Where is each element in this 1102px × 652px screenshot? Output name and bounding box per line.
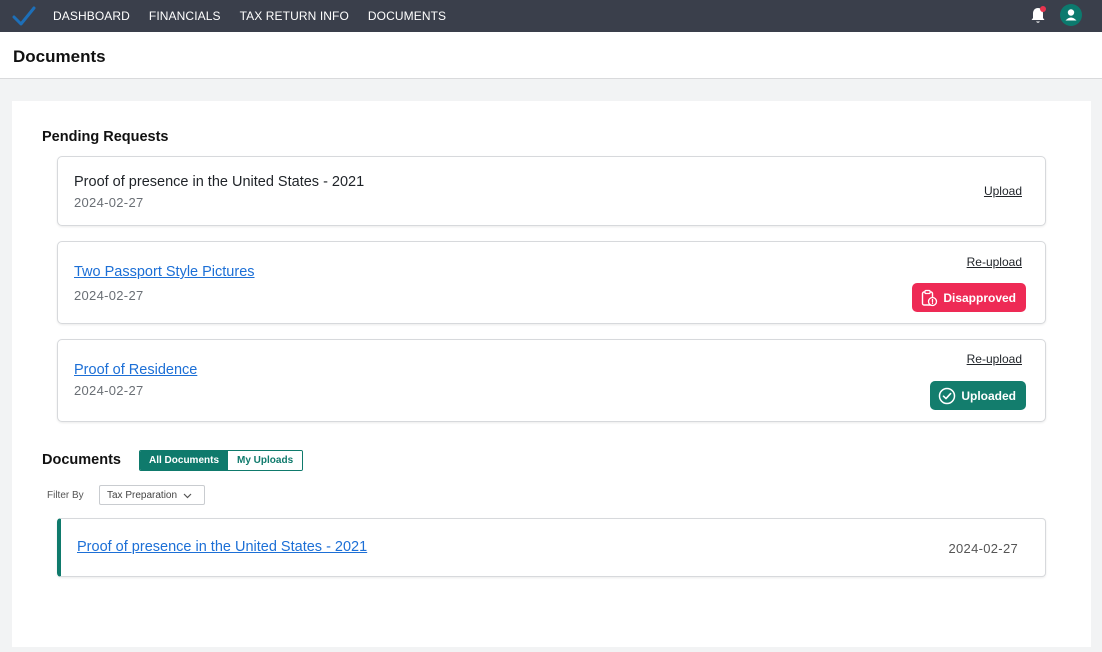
filter-dropdown[interactable]: Tax Preparation [99, 485, 205, 505]
nav-dashboard[interactable]: DASHBOARD [53, 9, 130, 23]
uploaded-label: Uploaded [961, 388, 1016, 403]
tab-all-documents[interactable]: All Documents [140, 451, 229, 470]
content-panel: Pending Requests Proof of presence in th… [12, 101, 1091, 647]
document-date: 2024-02-27 [948, 541, 1018, 556]
checkmark-logo-icon[interactable] [12, 6, 36, 26]
filter-value: Tax Preparation [107, 489, 178, 501]
chevron-down-icon [183, 493, 192, 498]
nav-links: DASHBOARD FINANCIALS TAX RETURN INFO DOC… [53, 0, 446, 32]
nav-documents[interactable]: DOCUMENTS [368, 9, 446, 23]
uploaded-badge: Uploaded [930, 381, 1026, 410]
filter-label: Filter By [47, 490, 84, 501]
request-title-link[interactable]: Two Passport Style Pictures [74, 264, 255, 280]
upload-link[interactable]: Upload [984, 184, 1022, 198]
tab-my-uploads[interactable]: My Uploads [228, 451, 303, 470]
request-date: 2024-02-27 [74, 288, 144, 303]
documents-section-title: Documents [42, 452, 121, 468]
nav-tax-return-info[interactable]: TAX RETURN INFO [240, 9, 349, 23]
document-row: Proof of presence in the United States -… [57, 518, 1046, 577]
re-upload-link[interactable]: Re-upload [967, 255, 1022, 269]
check-circle-icon [939, 387, 956, 404]
user-icon [1065, 9, 1077, 21]
avatar[interactable] [1060, 4, 1082, 26]
disapproved-badge: Disapproved [912, 283, 1026, 312]
document-tabs: All Documents My Uploads [139, 450, 304, 471]
top-nav: DASHBOARD FINANCIALS TAX RETURN INFO DOC… [0, 0, 1102, 32]
document-title-link[interactable]: Proof of presence in the United States -… [77, 539, 367, 555]
re-upload-link[interactable]: Re-upload [967, 352, 1022, 366]
page-header: Documents [0, 32, 1102, 79]
pending-request-card: Proof of presence in the United States -… [57, 156, 1046, 226]
nav-financials[interactable]: FINANCIALS [149, 9, 221, 23]
pending-requests-title: Pending Requests [42, 129, 169, 145]
request-date: 2024-02-27 [74, 195, 144, 210]
request-date: 2024-02-27 [74, 383, 144, 398]
request-title: Proof of presence in the United States -… [74, 174, 365, 190]
disapproved-label: Disapproved [943, 290, 1016, 305]
pending-request-card: Two Passport Style Pictures 2024-02-27 R… [57, 241, 1046, 324]
page-title: Documents [13, 47, 106, 66]
pending-request-card: Proof of Residence 2024-02-27 Re-upload … [57, 339, 1046, 422]
request-title-link[interactable]: Proof of Residence [74, 362, 197, 378]
notification-dot [1040, 6, 1046, 12]
clipboard-alert-icon [922, 289, 938, 306]
